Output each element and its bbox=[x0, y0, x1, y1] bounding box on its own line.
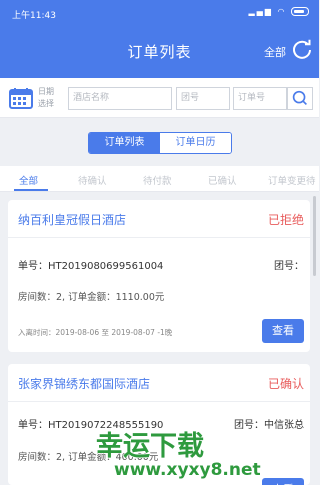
hotel-name[interactable]: 张家界锦绣东都国际酒店 bbox=[18, 375, 150, 392]
room-amount: 房间数：2, 订单金额：1110.00元 bbox=[18, 292, 165, 303]
app-header: 上午11:43 ▂▄▆ ◠ 订单列表 全部 bbox=[0, 0, 319, 78]
order-list-toggle[interactable]: 订单列表 bbox=[89, 133, 160, 153]
tab-confirmed[interactable]: 已确认 bbox=[208, 173, 237, 187]
status-icons: ▂▄▆ ◠ bbox=[248, 7, 309, 16]
view-toggle: 订单列表 订单日历 bbox=[88, 132, 232, 154]
team-number: 团号： bbox=[274, 261, 304, 272]
order-calendar-toggle[interactable]: 订单日历 bbox=[160, 133, 231, 153]
order-number-input[interactable]: 订单号 bbox=[233, 87, 287, 110]
hotel-name[interactable]: 纳百利皇冠假日酒店 bbox=[18, 211, 126, 228]
tab-all[interactable]: 全部 bbox=[19, 173, 38, 187]
order-number: 单号：HT2019080699561004 bbox=[18, 261, 164, 272]
search-bar: 日期选择 酒店名称 团号 订单号 bbox=[0, 78, 319, 118]
svg-text:www.xyxy8.net: www.xyxy8.net bbox=[114, 460, 261, 480]
wifi-icon: ◠ bbox=[277, 7, 287, 16]
active-tab-indicator bbox=[14, 189, 48, 191]
view-order-button[interactable]: 查看 bbox=[262, 319, 304, 343]
tab-change-pending[interactable]: 订单变更待 bbox=[268, 173, 316, 187]
order-status: 已确认 bbox=[267, 377, 304, 391]
search-button[interactable] bbox=[287, 87, 313, 110]
hotel-name-input[interactable]: 酒店名称 bbox=[68, 87, 172, 110]
tab-pending-payment[interactable]: 待付款 bbox=[143, 173, 172, 187]
watermark-logo: 幸运下载 www.xyxy8.net bbox=[95, 430, 261, 480]
divider bbox=[8, 237, 310, 238]
team-number-input[interactable]: 团号 bbox=[176, 87, 230, 110]
battery-icon bbox=[291, 7, 309, 16]
status-time: 上午11:43 bbox=[12, 11, 56, 21]
divider bbox=[8, 401, 310, 402]
search-icon bbox=[292, 90, 307, 106]
calendar-icon[interactable] bbox=[9, 87, 33, 109]
refresh-icon[interactable] bbox=[291, 38, 313, 60]
scrollbar[interactable] bbox=[313, 196, 316, 276]
date-select-label[interactable]: 日期选择 bbox=[38, 86, 60, 110]
svg-text:幸运下载: 幸运下载 bbox=[96, 431, 204, 462]
tab-pending-confirm[interactable]: 待确认 bbox=[78, 173, 107, 187]
order-card: 纳百利皇冠假日酒店 已拒绝 单号：HT2019080699561004 团号： … bbox=[8, 200, 310, 352]
stay-dates: 入离时间：2019-08-06 至 2019-08-07 -1晚 bbox=[18, 328, 173, 337]
all-filter-button[interactable]: 全部 bbox=[264, 44, 286, 60]
status-tabs: 全部 待确认 待付款 已确认 订单变更待 bbox=[0, 166, 319, 192]
order-status: 已拒绝 bbox=[267, 213, 304, 227]
signal-icon: ▂▄▆ bbox=[248, 7, 273, 16]
